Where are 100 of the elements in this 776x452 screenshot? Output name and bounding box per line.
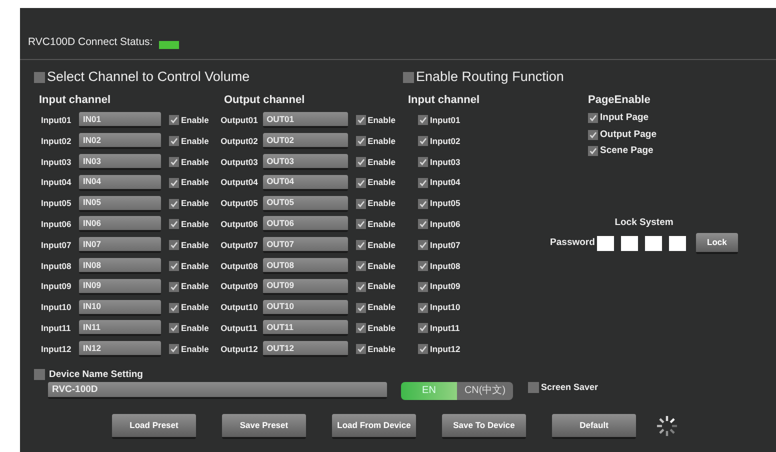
- checkbox[interactable]: [356, 323, 366, 334]
- routing-input-label: Input08: [430, 260, 460, 272]
- channel-label: Input09: [41, 280, 72, 294]
- channel-name-field[interactable]: IN12: [79, 341, 161, 358]
- channel-name-field[interactable]: OUT02: [262, 133, 348, 150]
- checkbox[interactable]: [418, 198, 428, 209]
- routing-input-label: Input02: [430, 134, 460, 148]
- enable-label: Enable: [368, 218, 396, 231]
- checkbox[interactable]: [418, 136, 428, 146]
- checkbox[interactable]: [356, 156, 366, 167]
- checkbox[interactable]: [169, 344, 179, 354]
- enable-label: Enable: [368, 176, 396, 190]
- checkbox[interactable]: [418, 115, 428, 126]
- checkbox[interactable]: [356, 115, 366, 126]
- channel-label: Input01: [41, 114, 72, 127]
- checkbox[interactable]: [356, 198, 366, 209]
- enable-label: Enable: [181, 342, 209, 356]
- channel-name-field[interactable]: IN01: [79, 112, 161, 128]
- password-digit-field[interactable]: [596, 236, 614, 251]
- enable-label: Enable: [181, 322, 209, 335]
- channel-name-field[interactable]: OUT07: [262, 237, 348, 254]
- channel-name-field[interactable]: OUT09: [262, 278, 348, 295]
- checkbox[interactable]: [588, 146, 598, 156]
- channel-label: Input03: [41, 156, 72, 168]
- action-button[interactable]: Save To Device: [442, 414, 526, 439]
- password-digit-field[interactable]: [668, 236, 686, 251]
- checkbox[interactable]: [169, 219, 179, 230]
- loading-spinner-icon: [656, 415, 678, 438]
- checkbox[interactable]: [418, 219, 428, 230]
- checkbox[interactable]: [169, 240, 179, 250]
- enable-label: Enable: [181, 280, 209, 294]
- checkbox[interactable]: [418, 323, 428, 334]
- checkbox[interactable]: [169, 302, 179, 313]
- device-name-field[interactable]: RVC-100D: [48, 382, 387, 400]
- channel-name-field[interactable]: IN05: [79, 196, 161, 212]
- checkbox[interactable]: [169, 323, 179, 334]
- channel-name-field[interactable]: IN10: [79, 300, 161, 316]
- checkbox[interactable]: [356, 178, 366, 188]
- channel-name-field[interactable]: OUT11: [262, 320, 348, 336]
- checkbox[interactable]: [418, 240, 428, 250]
- channel-name-field[interactable]: OUT08: [262, 258, 348, 274]
- checkbox[interactable]: [356, 136, 366, 146]
- password-digit-field[interactable]: [620, 236, 638, 251]
- checkbox[interactable]: [528, 382, 539, 394]
- checkbox[interactable]: [169, 136, 179, 146]
- checkbox[interactable]: [169, 115, 179, 126]
- channel-name-field[interactable]: IN09: [79, 278, 161, 295]
- checkbox[interactable]: [418, 156, 428, 167]
- checkbox[interactable]: [418, 260, 428, 271]
- channel-name-field[interactable]: OUT01: [262, 112, 348, 128]
- checkbox[interactable]: [169, 198, 179, 209]
- password-digit-field[interactable]: [644, 236, 662, 251]
- lock-button[interactable]: Lock: [696, 232, 738, 254]
- action-button[interactable]: Save Preset: [222, 414, 306, 439]
- channel-name-field[interactable]: IN06: [79, 216, 161, 232]
- action-button[interactable]: Load Preset: [112, 414, 196, 439]
- channel-name-field[interactable]: IN04: [79, 174, 161, 191]
- checkbox[interactable]: [588, 113, 598, 124]
- channel-name-field[interactable]: OUT05: [262, 196, 348, 212]
- checkbox[interactable]: [356, 282, 366, 292]
- checkbox[interactable]: [418, 344, 428, 354]
- channel-name-field[interactable]: OUT03: [262, 154, 348, 170]
- page-option-label: Input Page: [600, 111, 649, 126]
- action-button[interactable]: Default: [552, 414, 636, 439]
- channel-name-field[interactable]: OUT06: [262, 216, 348, 232]
- checkbox[interactable]: [403, 72, 414, 82]
- checkbox[interactable]: [169, 178, 179, 188]
- channel-name-field[interactable]: IN03: [79, 154, 161, 170]
- channel-label: Output05: [220, 197, 259, 210]
- channel-name-field[interactable]: OUT04: [262, 174, 348, 191]
- channel-label: Input04: [41, 176, 72, 190]
- language-option[interactable]: EN: [401, 382, 457, 400]
- channel-name-field[interactable]: IN11: [79, 320, 161, 336]
- channel-name-field[interactable]: IN08: [79, 258, 161, 274]
- channel-name-field[interactable]: IN07: [79, 237, 161, 254]
- checkbox[interactable]: [356, 344, 366, 354]
- checkbox[interactable]: [418, 282, 428, 292]
- checkbox[interactable]: [34, 72, 45, 82]
- checkbox[interactable]: [356, 260, 366, 271]
- checkbox[interactable]: [356, 219, 366, 230]
- channel-label: Output09: [220, 280, 259, 294]
- checkbox[interactable]: [356, 240, 366, 250]
- checkbox[interactable]: [169, 156, 179, 167]
- checkbox[interactable]: [169, 282, 179, 292]
- routing-input-label: Input06: [430, 218, 460, 231]
- action-button[interactable]: Load From Device: [332, 414, 416, 439]
- channel-name-field[interactable]: OUT10: [262, 300, 348, 316]
- enable-label: Enable: [181, 114, 209, 127]
- checkbox[interactable]: [356, 302, 366, 313]
- channel-label: Input08: [41, 260, 72, 272]
- checkbox[interactable]: [418, 178, 428, 188]
- channel-name-field[interactable]: IN02: [79, 133, 161, 150]
- checkbox[interactable]: [169, 260, 179, 271]
- channel-name-field[interactable]: OUT12: [262, 341, 348, 358]
- language-option[interactable]: CN(中文): [457, 382, 513, 400]
- enable-label: Enable: [181, 260, 209, 272]
- checkbox[interactable]: [34, 369, 45, 380]
- checkbox[interactable]: [418, 302, 428, 313]
- checkbox[interactable]: [588, 130, 598, 140]
- channel-label: Output04: [220, 176, 259, 190]
